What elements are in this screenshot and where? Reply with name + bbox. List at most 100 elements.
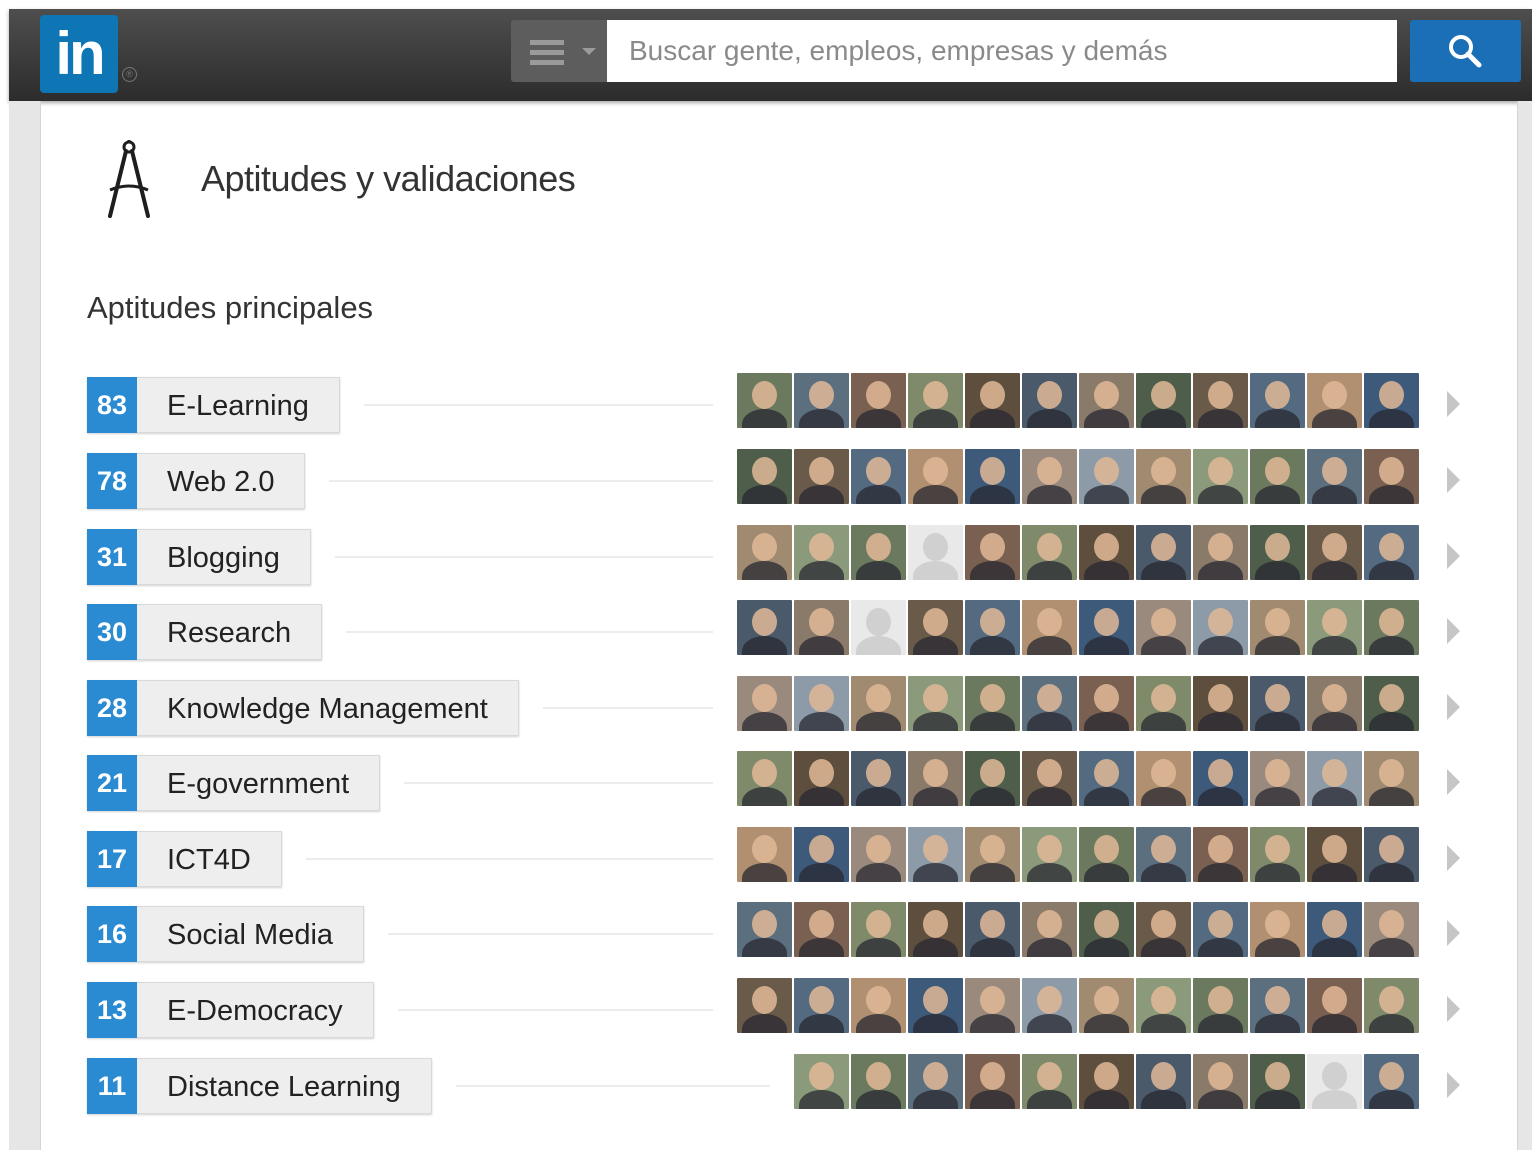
endorser-avatar[interactable]	[737, 902, 792, 957]
endorser-avatar[interactable]	[1193, 676, 1248, 731]
skill-pill[interactable]: 16 Social Media	[87, 906, 365, 962]
endorsement-count[interactable]: 31	[87, 529, 137, 585]
endorsement-count[interactable]: 11	[87, 1058, 137, 1114]
endorser-avatar[interactable]	[1079, 978, 1134, 1033]
chevron-right-icon[interactable]	[1447, 391, 1460, 417]
endorser-avatar[interactable]	[1079, 525, 1134, 580]
endorser-avatar[interactable]	[1136, 600, 1191, 655]
endorser-avatar[interactable]	[1250, 525, 1305, 580]
skill-pill[interactable]: 11 Distance Learning	[87, 1058, 432, 1114]
endorser-avatar[interactable]	[1193, 373, 1248, 428]
endorser-avatar[interactable]	[794, 600, 849, 655]
endorser-avatar[interactable]	[908, 902, 963, 957]
search-button[interactable]	[1410, 20, 1521, 82]
skill-pill[interactable]: 17 ICT4D	[87, 831, 282, 887]
endorser-avatar[interactable]	[1022, 1054, 1077, 1109]
endorser-avatar[interactable]	[1193, 902, 1248, 957]
endorser-avatar[interactable]	[965, 449, 1020, 504]
endorsement-count[interactable]: 13	[87, 982, 137, 1038]
chevron-right-icon[interactable]	[1447, 845, 1460, 871]
endorser-avatar[interactable]	[794, 525, 849, 580]
skill-pill[interactable]: 78 Web 2.0	[87, 453, 306, 509]
endorser-avatar[interactable]	[1193, 751, 1248, 806]
endorser-avatar[interactable]	[965, 1054, 1020, 1109]
skill-pill[interactable]: 13 E-Democracy	[87, 982, 374, 1038]
endorser-avatar[interactable]	[1364, 600, 1419, 655]
endorser-avatar[interactable]	[1022, 827, 1077, 882]
endorser-avatar[interactable]	[1250, 373, 1305, 428]
endorser-avatar[interactable]	[794, 1054, 849, 1109]
endorser-avatar[interactable]	[908, 600, 963, 655]
skill-pill[interactable]: 21 E-government	[87, 755, 381, 811]
chevron-right-icon[interactable]	[1447, 543, 1460, 569]
endorser-avatar[interactable]	[1079, 902, 1134, 957]
endorser-avatar[interactable]	[737, 449, 792, 504]
endorser-avatar[interactable]	[737, 676, 792, 731]
endorser-avatar[interactable]	[1364, 751, 1419, 806]
endorsement-count[interactable]: 30	[87, 604, 137, 660]
endorser-avatar[interactable]	[1364, 978, 1419, 1033]
endorser-avatar[interactable]	[1079, 373, 1134, 428]
endorser-avatar[interactable]	[794, 751, 849, 806]
endorser-avatar[interactable]	[1250, 827, 1305, 882]
endorser-avatar[interactable]	[794, 902, 849, 957]
endorser-avatar[interactable]	[794, 676, 849, 731]
endorser-avatar[interactable]	[1307, 751, 1362, 806]
endorser-avatar[interactable]	[1022, 676, 1077, 731]
endorser-avatar[interactable]	[1307, 449, 1362, 504]
endorser-avatar[interactable]	[1193, 1054, 1248, 1109]
endorser-avatar[interactable]	[737, 751, 792, 806]
endorser-avatar[interactable]	[1079, 827, 1134, 882]
endorser-avatar[interactable]	[1250, 978, 1305, 1033]
endorser-avatar[interactable]	[1022, 978, 1077, 1033]
chevron-right-icon[interactable]	[1447, 920, 1460, 946]
chevron-right-icon[interactable]	[1447, 618, 1460, 644]
endorser-avatar[interactable]	[1022, 449, 1077, 504]
endorser-avatar[interactable]	[1250, 1054, 1305, 1109]
endorser-avatar[interactable]	[908, 751, 963, 806]
skill-pill[interactable]: 30 Research	[87, 604, 323, 660]
endorsement-count[interactable]: 16	[87, 906, 137, 962]
endorser-avatar[interactable]	[1136, 902, 1191, 957]
endorsement-count[interactable]: 28	[87, 680, 137, 736]
endorser-avatar[interactable]	[1193, 827, 1248, 882]
skill-name[interactable]: Distance Learning	[137, 1058, 432, 1114]
skill-name[interactable]: Web 2.0	[137, 453, 306, 509]
skill-name[interactable]: Research	[137, 604, 323, 660]
endorser-avatar[interactable]	[1250, 449, 1305, 504]
endorser-avatar[interactable]	[1136, 676, 1191, 731]
endorser-avatar[interactable]	[1307, 978, 1362, 1033]
skill-pill[interactable]: 83 E-Learning	[87, 377, 340, 433]
endorser-avatar[interactable]	[1364, 902, 1419, 957]
skill-name[interactable]: Blogging	[137, 529, 311, 585]
endorser-avatar[interactable]	[1250, 902, 1305, 957]
endorser-avatar[interactable]	[851, 449, 906, 504]
endorser-avatar[interactable]	[737, 373, 792, 428]
endorser-avatar[interactable]	[794, 978, 849, 1033]
endorser-avatar[interactable]	[1193, 978, 1248, 1033]
chevron-right-icon[interactable]	[1447, 467, 1460, 493]
endorser-avatar[interactable]	[1307, 676, 1362, 731]
endorser-avatar[interactable]	[737, 978, 792, 1033]
search-input[interactable]	[607, 20, 1397, 82]
endorser-avatar[interactable]	[908, 449, 963, 504]
chevron-right-icon[interactable]	[1447, 694, 1460, 720]
endorser-avatar[interactable]	[1193, 449, 1248, 504]
endorser-avatar[interactable]	[1079, 449, 1134, 504]
endorser-avatar[interactable]	[908, 827, 963, 882]
skill-pill[interactable]: 31 Blogging	[87, 529, 311, 585]
endorser-avatar[interactable]	[1022, 751, 1077, 806]
skill-name[interactable]: Knowledge Management	[137, 680, 519, 736]
endorser-avatar[interactable]	[1136, 751, 1191, 806]
skill-name[interactable]: ICT4D	[137, 831, 282, 887]
endorser-avatar[interactable]	[1307, 373, 1362, 428]
endorsement-count[interactable]: 83	[87, 377, 137, 433]
chevron-right-icon[interactable]	[1447, 769, 1460, 795]
endorser-avatar[interactable]	[851, 600, 906, 655]
endorser-avatar[interactable]	[1079, 751, 1134, 806]
endorser-avatar[interactable]	[1193, 600, 1248, 655]
endorser-avatar[interactable]	[1136, 525, 1191, 580]
endorser-avatar[interactable]	[965, 751, 1020, 806]
chevron-right-icon[interactable]	[1447, 996, 1460, 1022]
skill-name[interactable]: Social Media	[137, 906, 365, 962]
